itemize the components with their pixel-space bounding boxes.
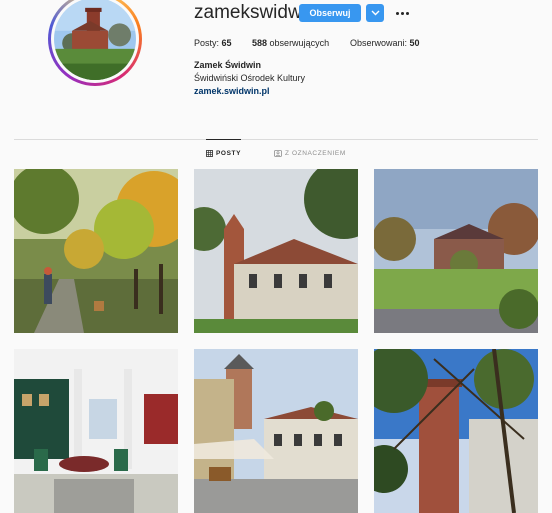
suggestions-dropdown-button[interactable] <box>366 4 384 22</box>
followers-label: obserwujących <box>269 38 330 48</box>
post-tile[interactable] <box>194 169 358 333</box>
posts-label: Posty: <box>194 38 220 48</box>
more-icon-dot <box>400 11 404 15</box>
post-image-interior <box>14 349 178 513</box>
profile-category: Świdwiński Ośrodek Kultury <box>194 73 306 83</box>
tab-posts[interactable]: POSTY <box>206 150 241 157</box>
post-image-courtyard <box>194 349 358 513</box>
tabs-divider <box>14 139 538 140</box>
active-tab-indicator <box>206 139 241 140</box>
tab-tagged-label: Z OZNACZENIEM <box>285 150 346 157</box>
followers-count[interactable]: 588 obserwujących <box>252 38 329 48</box>
avatar-image <box>54 0 136 80</box>
avatar[interactable] <box>51 0 139 83</box>
posts-count: Posty: 65 <box>194 38 232 48</box>
following-count[interactable]: Obserwowani: 50 <box>350 38 420 48</box>
post-tile[interactable] <box>14 169 178 333</box>
post-tile[interactable] <box>374 169 538 333</box>
post-tile[interactable] <box>374 349 538 513</box>
post-tile[interactable] <box>194 349 358 513</box>
following-label: Obserwowani: <box>350 38 408 48</box>
tagged-icon <box>274 150 282 157</box>
grid-icon <box>206 150 213 157</box>
following-value: 50 <box>409 38 420 48</box>
post-image-tower-trees <box>374 349 538 513</box>
post-tile[interactable] <box>14 349 178 513</box>
more-icon-dot <box>405 11 409 15</box>
posts-value: 65 <box>221 38 232 48</box>
chevron-down-icon <box>371 10 379 16</box>
more-options-button[interactable] <box>393 4 411 22</box>
profile-full-name: Zamek Świdwin <box>194 60 262 70</box>
tab-posts-label: POSTY <box>216 150 242 157</box>
post-image-autumn-alley <box>14 169 178 333</box>
followers-value: 588 <box>252 38 268 48</box>
post-image-castle-park <box>374 169 538 333</box>
profile-avatar-ring[interactable] <box>48 0 142 86</box>
profile-website-link[interactable]: zamek.swidwin.pl <box>194 86 270 96</box>
tab-tagged[interactable]: Z OZNACZENIEM <box>274 150 346 157</box>
post-image-castle-facade <box>194 169 358 333</box>
more-icon-dot <box>395 11 399 15</box>
follow-button[interactable]: Obserwuj <box>299 4 361 22</box>
